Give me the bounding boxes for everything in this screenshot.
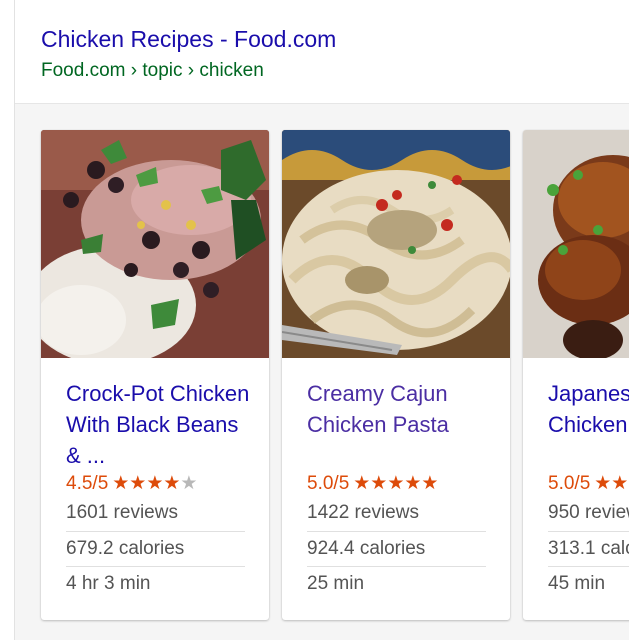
rating-value: 5.0/5 — [307, 473, 350, 494]
half-star-icon: ★ — [180, 473, 198, 494]
recipe-rating: 4.5/5 ★★★★★ — [66, 472, 197, 495]
recipe-photo-cajun-pasta[interactable] — [282, 130, 510, 358]
calorie-count: 313.1 calories — [548, 538, 629, 559]
divider — [548, 566, 629, 567]
cook-time: 4 hr 3 min — [66, 573, 151, 594]
rating-value: 5.0/5 — [548, 473, 591, 494]
divider — [66, 531, 245, 532]
recipe-carousel[interactable]: Crock-Pot Chicken With Black Beans & ...… — [15, 104, 629, 640]
calorie-count: 679.2 calories — [66, 538, 185, 559]
recipe-name[interactable]: Creamy Cajun Chicken Pasta — [307, 378, 497, 440]
calorie-count: 924.4 calories — [307, 538, 426, 559]
recipe-photo-japanese-chicken[interactable] — [523, 130, 629, 358]
recipe-photo-black-beans-chicken[interactable] — [41, 130, 269, 358]
cook-time: 45 min — [548, 573, 606, 594]
divider — [307, 566, 486, 567]
star-rating-icon: ★★★★ — [112, 473, 181, 494]
result-title-link[interactable]: Chicken Recipes - Food.com — [41, 26, 336, 53]
review-count: 950 reviews — [548, 502, 629, 523]
star-rating-icon: ★★★★★ — [353, 473, 439, 494]
result-breadcrumb: Food.com › topic › chicken — [41, 60, 264, 81]
recipe-name[interactable]: Japanese Mum's Chicken — [548, 378, 629, 440]
star-rating-icon: ★★★★★ — [594, 473, 629, 494]
divider — [66, 566, 245, 567]
search-result: Chicken Recipes - Food.com Food.com › to… — [14, 0, 629, 640]
recipe-card-crock-pot[interactable]: Crock-Pot Chicken With Black Beans & ...… — [41, 130, 269, 620]
recipe-card-cajun-pasta[interactable]: Creamy Cajun Chicken Pasta 5.0/5 ★★★★★ 14… — [282, 130, 510, 620]
rating-value: 4.5/5 — [66, 473, 109, 494]
recipe-rating: 5.0/5★★★★★ — [307, 472, 438, 495]
recipe-name[interactable]: Crock-Pot Chicken With Black Beans & ... — [66, 378, 256, 471]
recipe-rating: 5.0/5★★★★★ — [548, 472, 629, 495]
recipe-card-japanese-chicken[interactable]: Japanese Mum's Chicken 5.0/5★★★★★ 950 re… — [523, 130, 629, 620]
divider — [307, 531, 486, 532]
review-count: 1601 reviews — [66, 502, 178, 523]
divider — [548, 531, 629, 532]
cook-time: 25 min — [307, 573, 365, 594]
result-header: Chicken Recipes - Food.com Food.com › to… — [15, 0, 629, 104]
review-count: 1422 reviews — [307, 502, 419, 523]
